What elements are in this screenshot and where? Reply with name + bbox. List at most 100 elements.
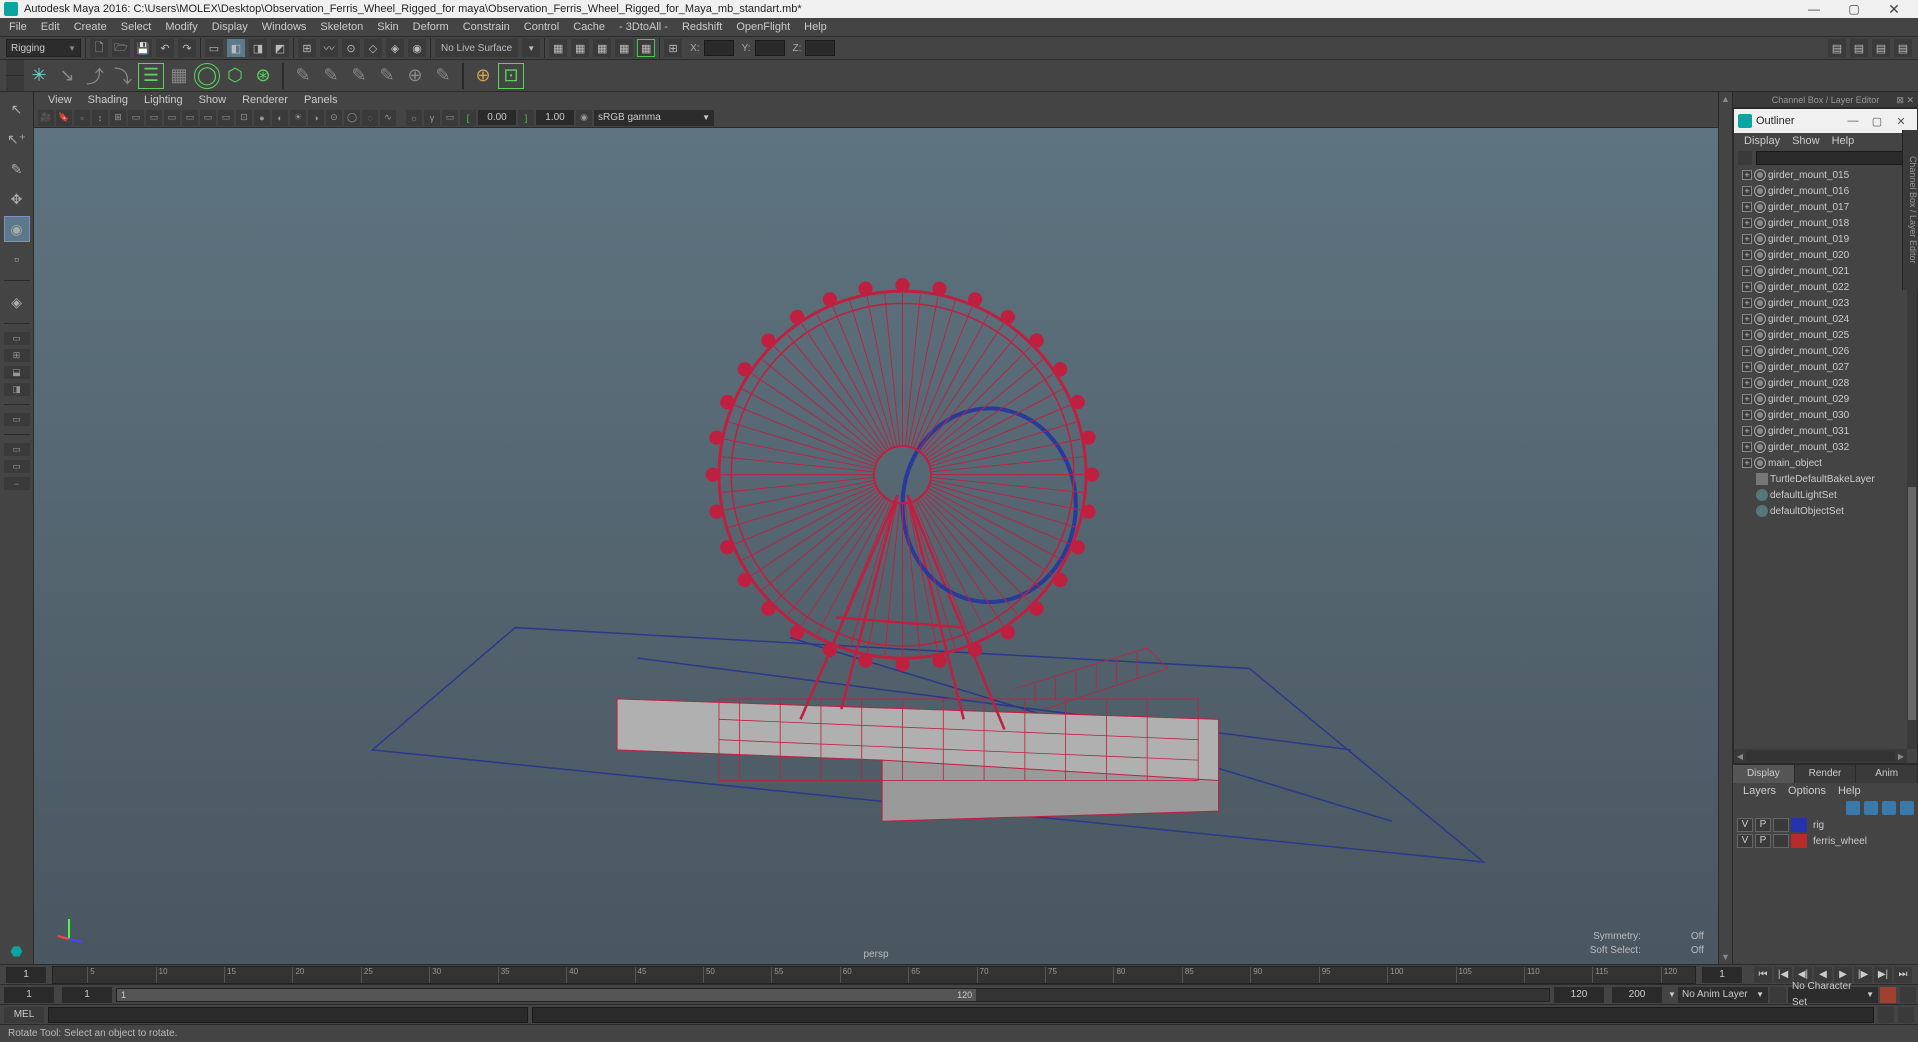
layer-display-toggle[interactable]	[1773, 834, 1789, 848]
anim-layer-icon[interactable]	[1770, 987, 1786, 1003]
layer-color-swatch[interactable]	[1791, 818, 1807, 832]
prefs-icon[interactable]	[1900, 987, 1916, 1003]
select-by-component-icon[interactable]: ◧	[227, 39, 245, 57]
new-scene-icon[interactable]: 🗋	[90, 39, 108, 57]
outliner-item[interactable]: +girder_mount_030	[1734, 407, 1917, 423]
bookmark-icon[interactable]: 🔖	[56, 110, 72, 126]
constraint-2-icon[interactable]: ⊡	[498, 63, 524, 89]
layout-two-v-icon[interactable]: ◨	[4, 383, 30, 396]
outliner-tree[interactable]: +girder_mount_015+girder_mount_016+girde…	[1734, 167, 1917, 763]
ik-spline-icon[interactable]: ⤴	[82, 63, 108, 89]
outliner-item[interactable]: TurtleDefaultBakeLayer	[1734, 471, 1917, 487]
xray-icon[interactable]: ◯	[344, 110, 360, 126]
render-frame-icon[interactable]: ▦	[571, 39, 589, 57]
menu-skeleton[interactable]: Skeleton	[313, 21, 370, 33]
scroll-down-icon[interactable]: ▼	[1721, 952, 1730, 962]
expand-icon[interactable]: +	[1742, 330, 1752, 340]
outliner-hscrollbar[interactable]: ◀ ▶	[1734, 749, 1907, 763]
range-chevron-icon[interactable]: ▼	[1666, 990, 1678, 999]
step-fwd-key-button[interactable]: ▶|	[1874, 967, 1892, 983]
layout-single-icon[interactable]: ▭	[4, 332, 30, 345]
coord-z-field[interactable]	[805, 40, 835, 56]
select-by-object-icon[interactable]: ▭	[205, 39, 223, 57]
color-mgmt-selector[interactable]: sRGB gamma▼	[594, 110, 714, 126]
range-thumb[interactable]: 1 120	[117, 989, 976, 1001]
chevron-down-icon[interactable]: ▼	[522, 39, 540, 57]
layer-icon-4[interactable]	[1900, 801, 1914, 815]
layer-color-swatch[interactable]	[1791, 834, 1807, 848]
layer-row[interactable]: VPferris_wheel	[1733, 833, 1918, 849]
ik-tool-3-icon[interactable]: ⤵	[110, 63, 136, 89]
last-tool-icon[interactable]: ◈	[4, 289, 30, 315]
expand-icon[interactable]: +	[1742, 410, 1752, 420]
layout-opt-3-icon[interactable]: ▭	[4, 460, 30, 473]
select-by-hierarchy-icon[interactable]: ◨	[249, 39, 267, 57]
textured-icon[interactable]: ◐	[272, 110, 288, 126]
menu-skin[interactable]: Skin	[370, 21, 405, 33]
menu-constrain[interactable]: Constrain	[456, 21, 517, 33]
layer-tab-render[interactable]: Render	[1795, 765, 1857, 783]
range-start-outer-field[interactable]: 1	[4, 987, 54, 1003]
expand-icon[interactable]: +	[1742, 378, 1752, 388]
outliner-item[interactable]: +girder_mount_025	[1734, 327, 1917, 343]
near-clip-field[interactable]: 0.00	[478, 110, 516, 125]
menu-file[interactable]: File	[2, 21, 34, 33]
grid-icon[interactable]: ⊞	[110, 110, 126, 126]
hypershade-icon[interactable]: ▦	[637, 39, 655, 57]
cluster-icon[interactable]: ◯	[194, 63, 220, 89]
ik-handle-icon[interactable]: ↘	[54, 63, 80, 89]
scroll-up-icon[interactable]: ▲	[1721, 94, 1730, 104]
hammer-skin-icon[interactable]: ✎	[374, 63, 400, 89]
scrollbar-thumb[interactable]	[1908, 487, 1916, 720]
film-gate-icon[interactable]: ▭	[128, 110, 144, 126]
command-input[interactable]	[48, 1007, 528, 1023]
menu-display[interactable]: Display	[205, 21, 255, 33]
script-editor-icon[interactable]	[1878, 1007, 1894, 1023]
panel-menu-lighting[interactable]: Lighting	[136, 94, 191, 106]
outliner-item[interactable]: +girder_mount_031	[1734, 423, 1917, 439]
character-set-selector[interactable]: No Character Set▼	[1788, 987, 1878, 1003]
outliner-item[interactable]: +main_object	[1734, 455, 1917, 471]
layer-icon-1[interactable]	[1846, 801, 1860, 815]
range-end-outer-field[interactable]: 200	[1612, 987, 1662, 1003]
safe-title-icon[interactable]: ▭	[218, 110, 234, 126]
go-start-button[interactable]: ⏮	[1754, 967, 1772, 983]
select-mode-icon[interactable]: ◩	[271, 39, 289, 57]
close-icon[interactable]: ⊠ ✕	[1896, 92, 1914, 108]
menu-cache[interactable]: Cache	[566, 21, 612, 33]
range-end-inner-field[interactable]: 120	[1554, 987, 1604, 1003]
layout-two-h-icon[interactable]: ⬓	[4, 366, 30, 379]
layout-four-icon[interactable]: ⊞	[4, 349, 30, 362]
outliner-item[interactable]: +girder_mount_020	[1734, 247, 1917, 263]
maximize-button[interactable]: ▢	[1834, 2, 1874, 16]
xray-joints-icon[interactable]: ◌	[362, 110, 378, 126]
outliner-item[interactable]: +girder_mount_015	[1734, 167, 1917, 183]
prune-skin-icon[interactable]: ✎	[430, 63, 456, 89]
outliner-item[interactable]: +girder_mount_019	[1734, 231, 1917, 247]
panel-menu-show[interactable]: Show	[191, 94, 235, 106]
two-side-icon[interactable]: ↕	[92, 110, 108, 126]
smooth-skin-icon[interactable]: ⊕	[402, 63, 428, 89]
expand-icon[interactable]: +	[1742, 282, 1752, 292]
skin-bind-icon[interactable]: ☰	[138, 63, 164, 89]
snap-live-icon[interactable]: ◉	[408, 39, 426, 57]
outliner-maximize-button[interactable]: ▢	[1865, 115, 1889, 128]
exposure-icon[interactable]: ☼	[406, 110, 422, 126]
outliner-item[interactable]: +girder_mount_023	[1734, 295, 1917, 311]
scroll-left-icon[interactable]: ◀	[1734, 752, 1746, 761]
layer-vis-toggle[interactable]: V	[1737, 834, 1753, 848]
outliner-item[interactable]: +girder_mount_018	[1734, 215, 1917, 231]
safe-action-icon[interactable]: ▭	[200, 110, 216, 126]
bracket-l-icon[interactable]: [	[460, 110, 476, 126]
copy-skin-icon[interactable]: ✎	[346, 63, 372, 89]
menu--3dtoall-[interactable]: - 3DtoAll -	[612, 21, 675, 33]
menu-windows[interactable]: Windows	[255, 21, 314, 33]
far-clip-field[interactable]: 1.00	[536, 110, 574, 125]
maya-home-icon[interactable]: ⬣	[4, 938, 30, 964]
outliner-item[interactable]: +girder_mount_021	[1734, 263, 1917, 279]
layer-playback-toggle[interactable]: P	[1755, 834, 1771, 848]
outliner-item[interactable]: +girder_mount_028	[1734, 375, 1917, 391]
layer-vis-toggle[interactable]: V	[1737, 818, 1753, 832]
expand-icon[interactable]: +	[1742, 170, 1752, 180]
menu-edit[interactable]: Edit	[34, 21, 67, 33]
